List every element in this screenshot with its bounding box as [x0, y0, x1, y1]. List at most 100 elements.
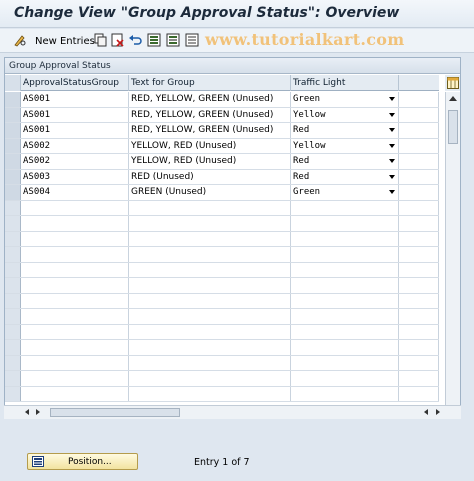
cell-traffic-light[interactable]: [291, 340, 399, 355]
cell-approval-status-group[interactable]: [21, 293, 129, 308]
delete-icon[interactable]: [111, 33, 125, 47]
traffic-light-dropdown[interactable]: Red: [291, 169, 399, 184]
cell-traffic-light[interactable]: [291, 293, 399, 308]
cell-approval-status-group[interactable]: AS001: [21, 92, 129, 107]
cell-traffic-light[interactable]: [291, 231, 399, 246]
row-selector[interactable]: [5, 278, 21, 293]
cell-traffic-light[interactable]: [291, 262, 399, 277]
scroll-up-icon[interactable]: [449, 96, 457, 101]
cell-approval-status-group[interactable]: AS002: [21, 154, 129, 169]
cell-traffic-light[interactable]: [291, 324, 399, 339]
row-selector[interactable]: [5, 324, 21, 339]
position-button[interactable]: Position...: [27, 453, 138, 470]
row-selector[interactable]: [5, 262, 21, 277]
row-selector[interactable]: [5, 123, 21, 138]
traffic-light-dropdown[interactable]: Red: [291, 123, 399, 138]
dropdown-arrow-icon[interactable]: [389, 112, 395, 117]
row-selector[interactable]: [5, 107, 21, 122]
cell-approval-status-group[interactable]: AS002: [21, 138, 129, 153]
scroll-right-icon[interactable]: [36, 409, 40, 415]
dropdown-arrow-icon[interactable]: [389, 159, 395, 163]
cell-approval-status-group[interactable]: [21, 262, 129, 277]
scroll-right-end-icon[interactable]: [436, 409, 440, 415]
cell-text-for-group[interactable]: [129, 200, 291, 215]
row-selector[interactable]: [5, 185, 21, 200]
horizontal-scrollbar[interactable]: [4, 405, 461, 419]
row-selector[interactable]: [5, 355, 21, 370]
cell-approval-status-group[interactable]: [21, 247, 129, 262]
cell-approval-status-group[interactable]: [21, 355, 129, 370]
cell-traffic-light[interactable]: [291, 278, 399, 293]
dropdown-arrow-icon[interactable]: [389, 128, 395, 132]
row-selector[interactable]: [5, 154, 21, 169]
dropdown-arrow-icon[interactable]: [389, 190, 395, 194]
cell-text-for-group[interactable]: [129, 247, 291, 262]
cell-approval-status-group[interactable]: AS004: [21, 185, 129, 200]
row-selector[interactable]: [5, 371, 21, 386]
column-settings-icon[interactable]: [445, 75, 460, 91]
cell-traffic-light[interactable]: [291, 371, 399, 386]
select-block-icon[interactable]: [166, 33, 180, 47]
scroll-left-end-icon[interactable]: [424, 409, 428, 415]
row-selector[interactable]: [5, 138, 21, 153]
row-selector[interactable]: [5, 231, 21, 246]
cell-approval-status-group[interactable]: AS001: [21, 107, 129, 122]
traffic-light-dropdown[interactable]: Green: [291, 185, 399, 200]
cell-traffic-light[interactable]: [291, 355, 399, 370]
row-selector[interactable]: [5, 309, 21, 324]
cell-approval-status-group[interactable]: AS001: [21, 123, 129, 138]
cell-text-for-group[interactable]: YELLOW, RED (Unused): [129, 154, 291, 169]
cell-traffic-light[interactable]: [291, 386, 399, 401]
cell-text-for-group[interactable]: RED, YELLOW, GREEN (Unused): [129, 123, 291, 138]
cell-approval-status-group[interactable]: [21, 371, 129, 386]
scroll-left-icon[interactable]: [25, 409, 29, 415]
select-all-rows-header[interactable]: [5, 75, 21, 91]
new-entries-button[interactable]: New Entries: [35, 32, 95, 50]
vertical-scroll-thumb[interactable]: [448, 110, 458, 144]
undo-icon[interactable]: [128, 33, 142, 47]
row-selector[interactable]: [5, 169, 21, 184]
vertical-scrollbar[interactable]: [445, 92, 460, 415]
traffic-light-dropdown[interactable]: Green: [291, 92, 399, 107]
select-all-icon[interactable]: [147, 33, 161, 47]
cell-text-for-group[interactable]: [129, 231, 291, 246]
cell-text-for-group[interactable]: [129, 216, 291, 231]
horizontal-scroll-thumb[interactable]: [50, 408, 180, 417]
cell-text-for-group[interactable]: [129, 371, 291, 386]
cell-text-for-group[interactable]: [129, 278, 291, 293]
column-header-text[interactable]: Text for Group: [129, 75, 291, 91]
cell-text-for-group[interactable]: [129, 309, 291, 324]
dropdown-arrow-icon[interactable]: [389, 174, 395, 179]
cell-traffic-light[interactable]: [291, 309, 399, 324]
row-selector[interactable]: [5, 92, 21, 107]
row-selector[interactable]: [5, 386, 21, 401]
cell-text-for-group[interactable]: RED, YELLOW, GREEN (Unused): [129, 92, 291, 107]
cell-text-for-group[interactable]: [129, 355, 291, 370]
dropdown-arrow-icon[interactable]: [389, 143, 395, 148]
cell-traffic-light[interactable]: [291, 216, 399, 231]
row-selector[interactable]: [5, 340, 21, 355]
cell-approval-status-group[interactable]: [21, 231, 129, 246]
traffic-light-dropdown[interactable]: Yellow: [291, 107, 399, 122]
cell-approval-status-group[interactable]: AS003: [21, 169, 129, 184]
column-header-traffic-light[interactable]: Traffic Light: [291, 75, 399, 91]
cell-approval-status-group[interactable]: [21, 309, 129, 324]
cell-text-for-group[interactable]: YELLOW, RED (Unused): [129, 138, 291, 153]
traffic-light-dropdown[interactable]: Red: [291, 154, 399, 169]
cell-text-for-group[interactable]: [129, 324, 291, 339]
traffic-light-dropdown[interactable]: Yellow: [291, 138, 399, 153]
copy-icon[interactable]: [94, 33, 108, 47]
cell-approval-status-group[interactable]: [21, 386, 129, 401]
cell-approval-status-group[interactable]: [21, 216, 129, 231]
cell-text-for-group[interactable]: GREEN (Unused): [129, 185, 291, 200]
cell-text-for-group[interactable]: [129, 262, 291, 277]
row-selector[interactable]: [5, 293, 21, 308]
cell-traffic-light[interactable]: [291, 247, 399, 262]
cell-text-for-group[interactable]: [129, 293, 291, 308]
cell-approval-status-group[interactable]: [21, 278, 129, 293]
row-selector[interactable]: [5, 216, 21, 231]
deselect-all-icon[interactable]: [185, 33, 199, 47]
cell-approval-status-group[interactable]: [21, 200, 129, 215]
dropdown-arrow-icon[interactable]: [389, 97, 395, 101]
cell-text-for-group[interactable]: RED (Unused): [129, 169, 291, 184]
